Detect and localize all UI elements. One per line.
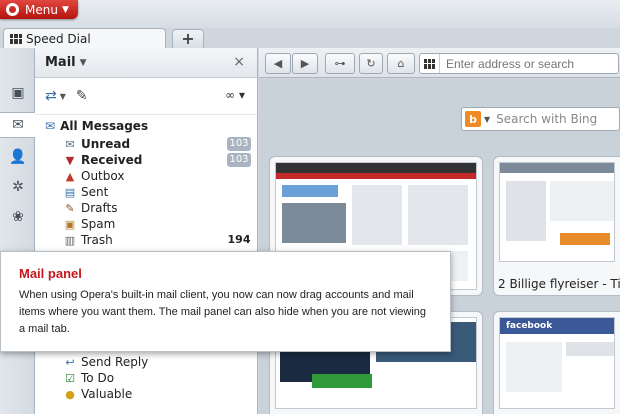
- new-tab-button[interactable]: +: [172, 29, 204, 48]
- folder-label: Spam: [81, 217, 116, 231]
- folder-label: Send Reply: [81, 355, 149, 369]
- folder-spam[interactable]: ▣ Spam: [35, 216, 257, 232]
- spam-icon: ▣: [64, 217, 76, 231]
- speed-dial-grid-icon: [420, 54, 440, 73]
- received-count-badge: 103: [227, 153, 251, 167]
- valuable-icon: ●: [65, 387, 75, 401]
- outbox-icon: ▲: [65, 169, 75, 183]
- folder-label: To Do: [81, 371, 115, 385]
- folder-label: Received: [81, 153, 143, 167]
- contacts-panel-icon[interactable]: 👤: [9, 148, 27, 166]
- bing-logo-icon: b: [465, 111, 481, 127]
- widgets-panel-icon[interactable]: ✲: [9, 178, 27, 196]
- folder-outbox[interactable]: ▲ Outbox: [35, 168, 257, 184]
- all-messages-item[interactable]: ✉ All Messages: [35, 114, 257, 136]
- address-bar[interactable]: [419, 53, 619, 74]
- mail-panel-header: Mail ▼ ×: [35, 48, 257, 78]
- mail-panel-tooltip: Mail panel When using Opera's built-in m…: [0, 251, 451, 352]
- speed-dial-page: b ▼ Search with Bing 2 Billige flyreiser…: [259, 79, 620, 414]
- trash-icon: ▥: [64, 233, 76, 247]
- envelope-icon: ✉: [65, 137, 75, 151]
- unread-count-badge: 103: [227, 137, 251, 151]
- navigation-bar: ◀ ▶ ⊶ ↻ ⌂: [259, 48, 620, 78]
- sent-icon: ▤: [64, 185, 76, 199]
- search-input[interactable]: Search with Bing: [496, 112, 597, 126]
- chevron-down-icon[interactable]: ▼: [484, 115, 490, 124]
- inbox-icon: ▼: [65, 153, 75, 167]
- folder-label: Valuable: [81, 387, 133, 401]
- all-messages-icon: ✉: [45, 118, 56, 133]
- trash-count: 194: [227, 233, 251, 246]
- back-arrow-icon[interactable]: ◀: [265, 53, 291, 74]
- tooltip-body: When using Opera's built-in mail client,…: [19, 289, 427, 335]
- panel-selector-rail: ▣ ✉ 👤 ✲ ❀: [0, 48, 36, 414]
- tooltip-title: Mail panel: [19, 266, 82, 281]
- chevron-down-icon: ▼: [61, 4, 69, 15]
- folder-received[interactable]: ▼ Received 103: [35, 152, 257, 168]
- mail-folder-list: ✉ Unread 103 ▼ Received 103 ▲ Outbox ▤ S…: [35, 136, 257, 248]
- bookmarks-panel-icon[interactable]: ▣: [9, 84, 27, 102]
- drafts-pen-icon: ✎: [65, 201, 75, 215]
- window-top-frame: Menu ▼: [0, 0, 620, 28]
- close-icon[interactable]: ×: [233, 54, 245, 70]
- facebook-logo: facebook: [500, 318, 614, 334]
- unite-panel-icon[interactable]: ❀: [9, 208, 27, 226]
- tab-speed-dial[interactable]: Speed Dial: [3, 28, 166, 48]
- mail-label-list: ↩ Send Reply ☑ To Do ● Valuable: [35, 354, 258, 402]
- home-icon[interactable]: ⌂: [387, 53, 415, 74]
- bing-search-field[interactable]: b ▼ Search with Bing: [461, 107, 620, 131]
- menu-label: Menu: [25, 2, 58, 17]
- send-reply-icon: ↩: [65, 355, 75, 369]
- tile-thumbnail: facebook: [499, 317, 615, 409]
- key-icon[interactable]: ⊶: [325, 53, 355, 74]
- opera-menu-button[interactable]: Menu ▼: [0, 0, 78, 19]
- folder-trash[interactable]: ▥ Trash 194: [35, 232, 257, 248]
- chevron-down-icon[interactable]: ▼: [60, 92, 66, 101]
- panel-title[interactable]: Mail: [45, 55, 76, 70]
- folder-drafts[interactable]: ✎ Drafts: [35, 200, 257, 216]
- mail-toolbar: ⇄ ▼ ✎ ∞ ▾: [35, 78, 257, 114]
- folder-unread[interactable]: ✉ Unread 103: [35, 136, 257, 152]
- forward-arrow-icon[interactable]: ▶: [292, 53, 318, 74]
- todo-check-icon: ☑: [65, 371, 75, 385]
- search-binoculars-icon[interactable]: ∞ ▾: [225, 88, 245, 102]
- opera-logo-icon: [6, 3, 19, 16]
- mail-panel: Mail ▼ × ⇄ ▼ ✎ ∞ ▾ ✉ All Messages ✉ Unre…: [35, 48, 258, 414]
- address-input[interactable]: [440, 56, 610, 71]
- folder-label: Trash: [81, 233, 113, 247]
- folder-label: Sent: [81, 185, 109, 199]
- label-to-do[interactable]: ☑ To Do: [35, 370, 258, 386]
- mail-panel-icon[interactable]: ✉: [0, 112, 36, 138]
- folder-label: Unread: [81, 137, 131, 151]
- tab-label: Speed Dial: [26, 31, 91, 46]
- folder-sent[interactable]: ▤ Sent: [35, 184, 257, 200]
- speed-dial-tile-2[interactable]: 2 Billige flyreiser - Tilbud: [493, 156, 620, 296]
- get-mail-icon[interactable]: ⇄: [45, 88, 57, 104]
- all-messages-label: All Messages: [60, 118, 149, 133]
- chevron-down-icon[interactable]: ▼: [80, 58, 87, 68]
- tile-thumbnail: [499, 162, 615, 262]
- label-send-reply[interactable]: ↩ Send Reply: [35, 354, 258, 370]
- compose-pen-icon[interactable]: ✎: [76, 88, 88, 104]
- folder-label: Outbox: [81, 169, 125, 183]
- tab-strip: Speed Dial +: [0, 28, 620, 48]
- label-valuable[interactable]: ● Valuable: [35, 386, 258, 402]
- folder-label: Drafts: [81, 201, 118, 215]
- speed-dial-grid-icon: [10, 33, 22, 44]
- reload-icon[interactable]: ↻: [359, 53, 383, 74]
- speed-dial-tile-4[interactable]: facebook: [493, 311, 620, 414]
- tile-caption: 2 Billige flyreiser - Tilbud: [498, 277, 620, 291]
